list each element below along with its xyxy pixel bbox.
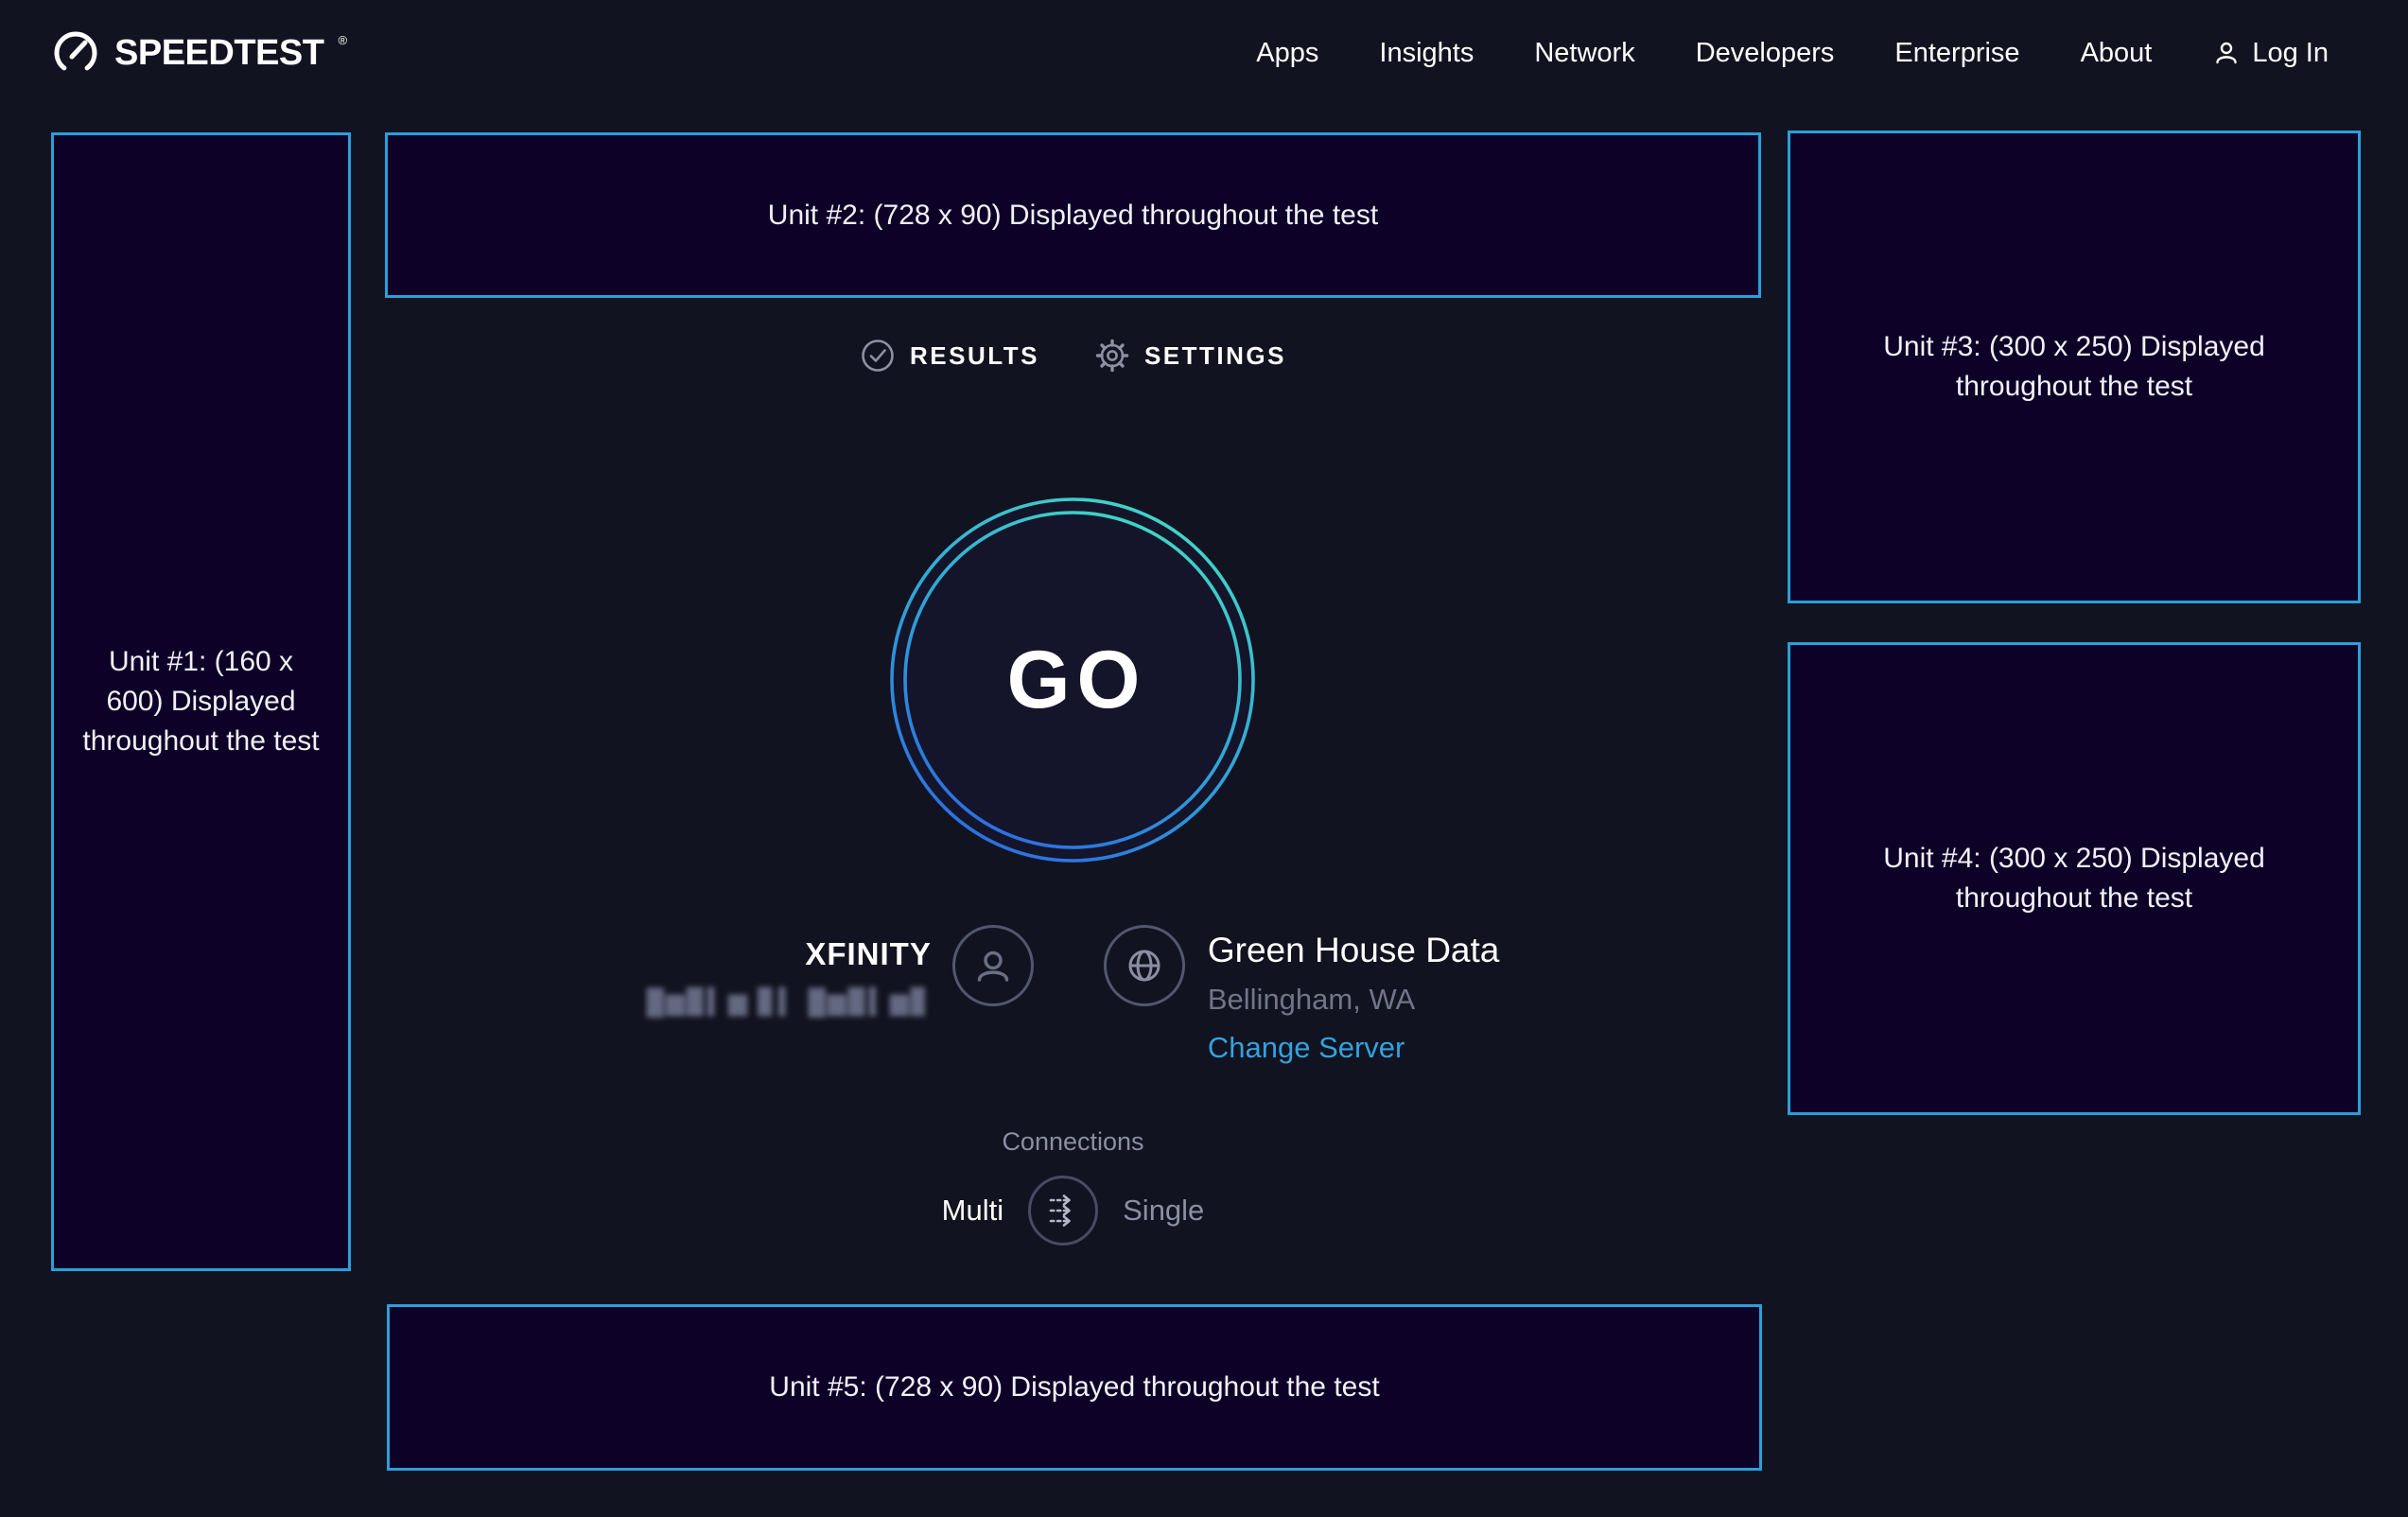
nav-item-about[interactable]: About: [2081, 38, 2153, 69]
nav-item-apps[interactable]: Apps: [1256, 38, 1318, 69]
connection-mode-single[interactable]: Single: [1123, 1194, 1204, 1228]
ad-unit-1: Unit #1: (160 x 600) Displayed throughou…: [51, 132, 351, 1271]
connection-mode-multi[interactable]: Multi: [942, 1194, 1003, 1228]
connection-mode-toggle[interactable]: [1028, 1176, 1098, 1246]
change-server-link[interactable]: Change Server: [1208, 1031, 1405, 1065]
nav-item-insights[interactable]: Insights: [1379, 38, 1474, 69]
nav-item-network[interactable]: Network: [1534, 38, 1634, 69]
isp-avatar: [952, 925, 1034, 1006]
gear-icon: [1094, 338, 1130, 374]
server-location: Bellingham, WA: [1208, 983, 1500, 1017]
isp-name: XFINITY: [647, 936, 932, 972]
ad-unit-4-text: Unit #4: (300 x 250) Displayed throughou…: [1849, 839, 2299, 918]
connections-section: Connections Multi: [385, 1127, 1761, 1246]
go-button-label: GO: [885, 493, 1260, 867]
isp-block: XFINITY █▆▉▍▆ ▊▍ █▆▉▍▆▊: [647, 925, 932, 1017]
login-link[interactable]: Log In: [2212, 38, 2329, 69]
ad-unit-4: Unit #4: (300 x 250) Displayed throughou…: [1788, 642, 2361, 1115]
test-tabs: RESULTS: [385, 338, 1761, 374]
person-icon: [971, 944, 1015, 987]
speedtest-logo[interactable]: SPEEDTEST ®: [51, 28, 347, 78]
go-button[interactable]: GO: [885, 493, 1260, 867]
ad-unit-3: Unit #3: (300 x 250) Displayed throughou…: [1788, 131, 2361, 603]
server-avatar: [1104, 925, 1185, 1006]
tab-settings[interactable]: SETTINGS: [1094, 338, 1286, 374]
ad-unit-2-text: Unit #2: (728 x 90) Displayed throughout…: [768, 196, 1378, 235]
ad-unit-5: Unit #5: (728 x 90) Displayed throughout…: [387, 1304, 1762, 1471]
multi-arrows-icon: [1043, 1191, 1083, 1230]
speedtest-page: SPEEDTEST ® Apps Insights Network Develo…: [0, 0, 2408, 1517]
ad-unit-2: Unit #2: (728 x 90) Displayed throughout…: [385, 132, 1761, 298]
server-block: Green House Data Bellingham, WA Change S…: [1208, 925, 1500, 1065]
connections-label: Connections: [385, 1127, 1761, 1157]
nav-item-developers[interactable]: Developers: [1696, 38, 1835, 69]
main-nav: Apps Insights Network Developers Enterpr…: [1256, 38, 2329, 69]
tab-results[interactable]: RESULTS: [860, 338, 1039, 374]
ad-unit-3-text: Unit #3: (300 x 250) Displayed throughou…: [1849, 327, 2299, 407]
login-label: Log In: [2252, 38, 2329, 69]
globe-icon: [1122, 943, 1167, 988]
isp-server-row: XFINITY █▆▉▍▆ ▊▍ █▆▉▍▆▊ Green House Dat: [385, 925, 1761, 1065]
ad-unit-1-text: Unit #1: (160 x 600) Displayed throughou…: [79, 642, 323, 761]
tab-results-label: RESULTS: [910, 341, 1039, 371]
logo-wordmark: SPEEDTEST: [114, 28, 323, 78]
go-button-area: GO: [885, 493, 1260, 867]
isp-detail-redacted: █▆▉▍▆ ▊▍ █▆▉▍▆▊: [647, 987, 932, 1017]
tab-settings-label: SETTINGS: [1144, 341, 1286, 371]
check-circle-icon: [860, 338, 896, 374]
ad-unit-5-text: Unit #5: (728 x 90) Displayed throughout…: [769, 1368, 1379, 1407]
server-name: Green House Data: [1208, 931, 1500, 970]
speedometer-icon: [51, 28, 100, 78]
person-icon: [2212, 39, 2241, 67]
top-nav-bar: SPEEDTEST ® Apps Insights Network Develo…: [0, 0, 2408, 106]
nav-item-enterprise[interactable]: Enterprise: [1894, 38, 2019, 69]
trademark-symbol: ®: [338, 34, 347, 46]
connections-toggle-row: Multi Single: [385, 1176, 1761, 1246]
